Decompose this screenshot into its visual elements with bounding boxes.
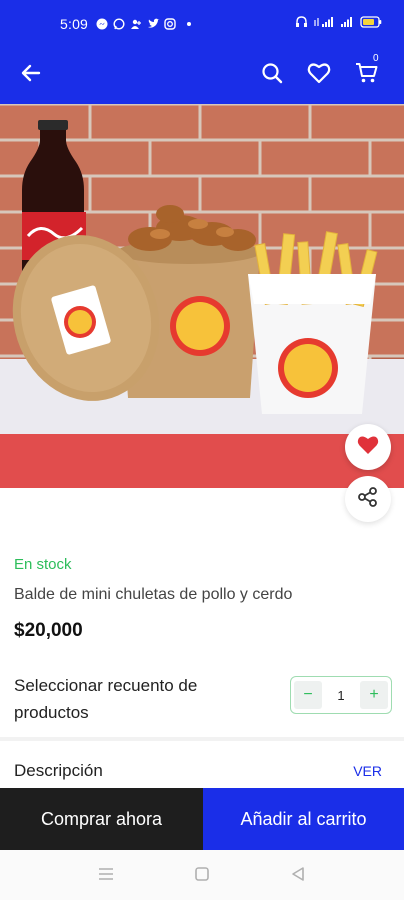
home-nav-button[interactable] (192, 866, 212, 886)
notification-icons (96, 17, 193, 30)
headset-icon (295, 16, 308, 31)
menu-nav-button[interactable] (96, 866, 116, 886)
status-time: 5:09 (60, 16, 89, 32)
increment-button[interactable]: + (360, 681, 388, 709)
search-button[interactable] (257, 60, 287, 90)
section-divider (0, 737, 404, 741)
signal-icon (340, 16, 354, 31)
share-button[interactable] (345, 476, 391, 522)
stock-status: En stock (14, 556, 72, 573)
signal-icon (314, 16, 334, 31)
favorites-button[interactable] (304, 60, 334, 90)
buy-now-button[interactable]: Comprar ahora (0, 788, 203, 850)
twitter-icon (147, 17, 160, 29)
arrow-left-icon (20, 62, 42, 89)
decrement-button[interactable]: − (294, 681, 322, 709)
product-image[interactable] (0, 104, 404, 488)
product-price: $20,000 (14, 620, 83, 641)
whatsapp-icon (113, 17, 125, 30)
back-nav-button[interactable] (288, 866, 308, 886)
instagram-icon (164, 17, 176, 30)
system-icons (295, 16, 382, 31)
system-nav-bar (0, 850, 404, 900)
messenger-icon (96, 17, 108, 30)
product-name: Balde de mini chuletas de pollo y cerdo (14, 586, 293, 603)
cart-button[interactable] (352, 60, 382, 90)
share-icon (357, 486, 379, 513)
battery-icon (360, 16, 382, 31)
heart-filled-icon (356, 434, 380, 461)
cart-icon (355, 62, 379, 89)
home-square-icon (194, 866, 210, 887)
dot-icon (181, 17, 193, 29)
app-bar (0, 46, 404, 104)
back-triangle-icon (290, 866, 306, 887)
status-bar: 5:09 (0, 0, 404, 46)
cart-count-badge: 0 (373, 53, 379, 64)
quantity-label: Seleccionar recuento de productos (14, 676, 198, 722)
search-icon (261, 62, 283, 89)
quantity-value[interactable]: 1 (325, 688, 357, 703)
heart-outline-icon (307, 62, 331, 89)
add-to-cart-button[interactable]: Añadir al carrito (203, 788, 404, 850)
description-heading: Descripción (14, 761, 103, 780)
view-description-link[interactable]: VER (353, 763, 382, 779)
contacts-icon (130, 17, 142, 29)
back-button[interactable] (16, 60, 46, 90)
quantity-stepper: − 1 + (290, 676, 392, 714)
product-photo (0, 104, 404, 488)
menu-icon (97, 866, 115, 887)
favorite-button[interactable] (345, 424, 391, 470)
